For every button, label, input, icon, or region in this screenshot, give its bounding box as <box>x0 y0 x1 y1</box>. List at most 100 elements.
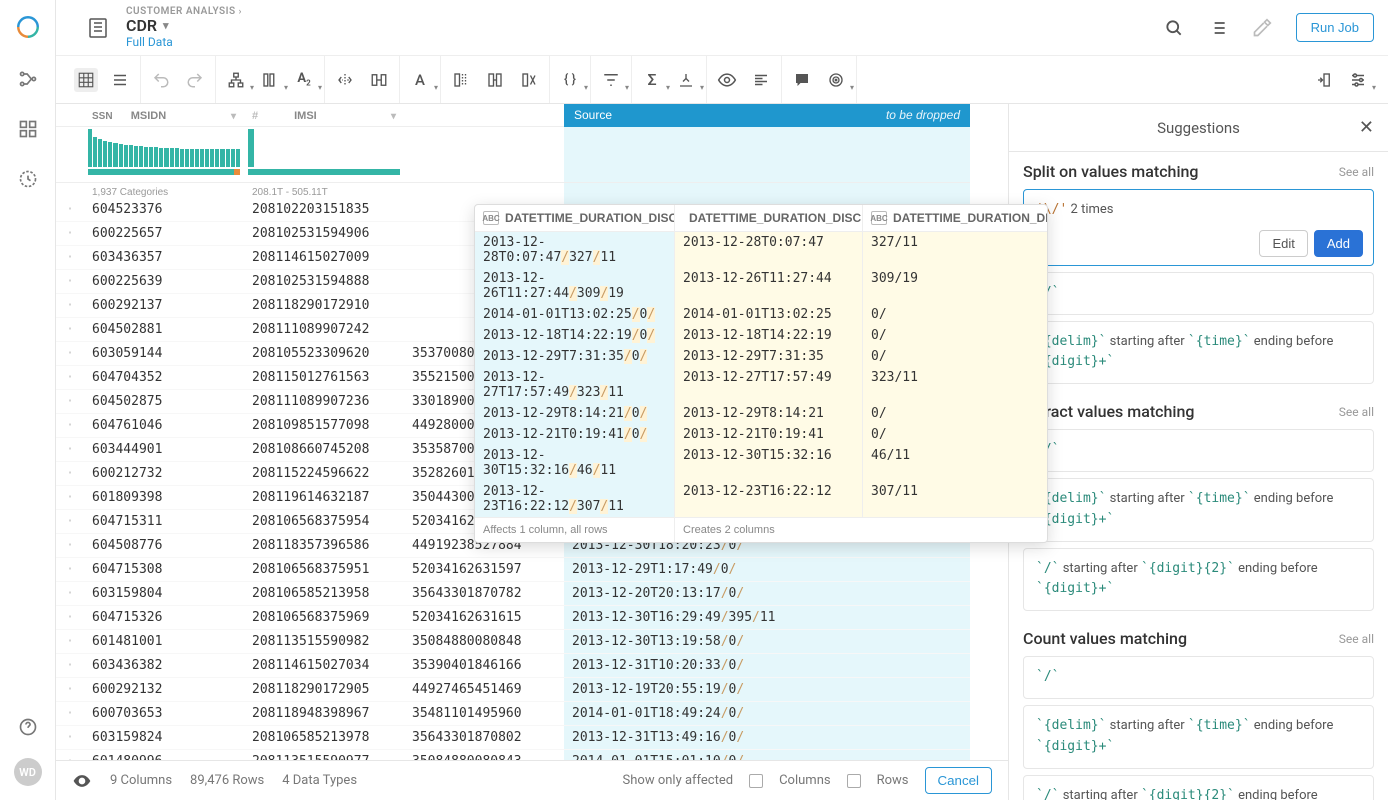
split-button[interactable] <box>333 68 357 92</box>
cell-imsi[interactable]: 208102203151835 <box>244 198 404 222</box>
sigma-button[interactable]: Σ▾ <box>640 68 664 92</box>
columns-button[interactable]: ▾ <box>258 68 282 92</box>
cell-imsi[interactable]: 208105523309620 <box>244 342 404 366</box>
edit-column-button[interactable] <box>483 68 507 92</box>
cell-imsi[interactable]: 208106568375951 <box>244 558 404 582</box>
cell-source[interactable]: 2013-12-29T1:17:49/0/ <box>564 558 970 582</box>
column-header-imsi[interactable]: #IMSI▾ <box>244 104 404 127</box>
comment-button[interactable] <box>790 68 814 92</box>
rows-checkbox[interactable] <box>847 774 861 788</box>
cell-source[interactable]: 2013-12-30T13:19:58/0/ <box>564 630 970 654</box>
cell-msidn[interactable]: 604715311 <box>84 510 244 534</box>
cell-extra[interactable]: 52034162631597 <box>404 558 564 582</box>
cancel-button[interactable]: Cancel <box>925 767 993 794</box>
cell-msidn[interactable]: 603444901 <box>84 438 244 462</box>
cell-msidn[interactable]: 604502875 <box>84 390 244 414</box>
cell-msidn[interactable]: 604715308 <box>84 558 244 582</box>
history-icon[interactable] <box>17 168 39 190</box>
align-button[interactable] <box>749 68 773 92</box>
cell-extra[interactable]: 35084880080843 <box>404 750 564 760</box>
cell-imsi[interactable]: 208115224596622 <box>244 462 404 486</box>
grid-apps-icon[interactable] <box>17 118 39 140</box>
eye-icon[interactable] <box>72 771 92 791</box>
see-all-link[interactable]: See all <box>1339 632 1374 646</box>
cell-imsi[interactable]: 208106568375954 <box>244 510 404 534</box>
cell-source[interactable]: 2013-12-20T20:13:17/0/ <box>564 582 970 606</box>
structure-button[interactable]: ▾ <box>224 68 248 92</box>
filter-button[interactable]: ▾ <box>599 68 623 92</box>
cell-msidn[interactable]: 601480996 <box>84 750 244 760</box>
cell-imsi[interactable]: 208111089907242 <box>244 318 404 342</box>
cell-msidn[interactable]: 601809398 <box>84 486 244 510</box>
format-button[interactable]: A2▾ <box>292 68 316 92</box>
cell-extra[interactable]: 35643301870782 <box>404 582 564 606</box>
cell-source[interactable]: 2013-12-30T16:29:49/395/11 <box>564 606 970 630</box>
redo-button[interactable] <box>183 68 207 92</box>
cell-imsi[interactable]: 208114615027009 <box>244 246 404 270</box>
cell-imsi[interactable]: 208118357396586 <box>244 534 404 558</box>
close-icon[interactable]: ✕ <box>1359 117 1374 138</box>
braces-button[interactable]: { }▾ <box>558 68 582 92</box>
cell-extra[interactable]: 35643301870802 <box>404 726 564 750</box>
cell-imsi[interactable]: 208106585213978 <box>244 726 404 750</box>
cell-msidn[interactable]: 604502881 <box>84 318 244 342</box>
search-icon[interactable] <box>1164 18 1184 38</box>
goto-column-button[interactable] <box>1312 68 1336 92</box>
undo-button[interactable] <box>149 68 173 92</box>
cell-msidn[interactable]: 600212732 <box>84 462 244 486</box>
cell-imsi[interactable]: 208114615027034 <box>244 654 404 678</box>
cell-extra[interactable]: 44927465451469 <box>404 678 564 702</box>
suggestion-item[interactable]: `{delim}` starting after `{time}` ending… <box>1023 478 1374 542</box>
avatar[interactable]: WD <box>14 758 42 786</box>
cell-imsi[interactable]: 208106568375969 <box>244 606 404 630</box>
cell-imsi[interactable]: 208118948398967 <box>244 702 404 726</box>
cell-msidn[interactable]: 603436357 <box>84 246 244 270</box>
cell-extra[interactable]: 35481101495960 <box>404 702 564 726</box>
cell-msidn[interactable]: 600703653 <box>84 702 244 726</box>
add-button[interactable]: Add <box>1314 230 1363 257</box>
cell-msidn[interactable]: 604704352 <box>84 366 244 390</box>
cell-imsi[interactable]: 208118290172905 <box>244 678 404 702</box>
text-format-button[interactable]: A▾ <box>408 68 432 92</box>
data-grid[interactable]: SSN MSIDN▾ #IMSI▾ Sourceto be dropped <box>56 104 1008 800</box>
see-all-link[interactable]: See all <box>1339 405 1374 419</box>
cell-msidn[interactable]: 604523376 <box>84 198 244 222</box>
list-icon[interactable] <box>1208 18 1228 38</box>
delete-column-button[interactable] <box>517 68 541 92</box>
cell-msidn[interactable]: 603159804 <box>84 582 244 606</box>
cell-msidn[interactable]: 604715326 <box>84 606 244 630</box>
see-all-link[interactable]: See all <box>1339 165 1374 179</box>
cell-msidn[interactable]: 604761046 <box>84 414 244 438</box>
cell-imsi[interactable]: 208118290172910 <box>244 294 404 318</box>
cell-imsi[interactable]: 208119614632187 <box>244 486 404 510</box>
flow-icon[interactable] <box>17 68 39 90</box>
cell-extra[interactable]: 52034162631615 <box>404 606 564 630</box>
cell-imsi[interactable]: 208108660745208 <box>244 438 404 462</box>
cell-extra[interactable]: 35390401846166 <box>404 654 564 678</box>
cell-msidn[interactable]: 600225657 <box>84 222 244 246</box>
cell-source[interactable]: 2013-12-19T20:55:19/0/ <box>564 678 970 702</box>
visibility-button[interactable] <box>715 68 739 92</box>
column-header-ssn[interactable]: SSN MSIDN▾ <box>84 104 244 127</box>
cell-msidn[interactable]: 603159824 <box>84 726 244 750</box>
cell-source[interactable]: 2013-12-31T13:49:16/0/ <box>564 726 970 750</box>
cell-imsi[interactable]: 208113515590977 <box>244 750 404 760</box>
dataset-name[interactable]: CDR▾ <box>126 17 242 35</box>
settings-sliders-button[interactable]: ▾ <box>1346 68 1370 92</box>
cell-imsi[interactable]: 208109851577098 <box>244 414 404 438</box>
cell-imsi[interactable]: 208102531594888 <box>244 270 404 294</box>
suggestion-item[interactable]: `{delim}` starting after `{time}` ending… <box>1023 321 1374 385</box>
cell-msidn[interactable]: 600292132 <box>84 678 244 702</box>
cell-imsi[interactable]: 208115012761563 <box>244 366 404 390</box>
grid-view-button[interactable] <box>74 68 98 92</box>
suggestion-item[interactable]: '\/' 2 times Edit Add <box>1023 189 1374 266</box>
suggestion-item[interactable]: `{delim}` starting after `{time}` ending… <box>1023 705 1374 769</box>
cell-imsi[interactable]: 208102531594906 <box>244 222 404 246</box>
suggestion-item[interactable]: `/` starting after `{digit}{2}` ending b… <box>1023 775 1374 800</box>
join-button[interactable]: ▾ <box>674 68 698 92</box>
extract-button[interactable] <box>449 68 473 92</box>
cell-imsi[interactable]: 208113515590982 <box>244 630 404 654</box>
columns-checkbox[interactable] <box>749 774 763 788</box>
cell-source[interactable]: 2014-01-01T15:01:10/0/ <box>564 750 970 760</box>
merge-button[interactable] <box>367 68 391 92</box>
